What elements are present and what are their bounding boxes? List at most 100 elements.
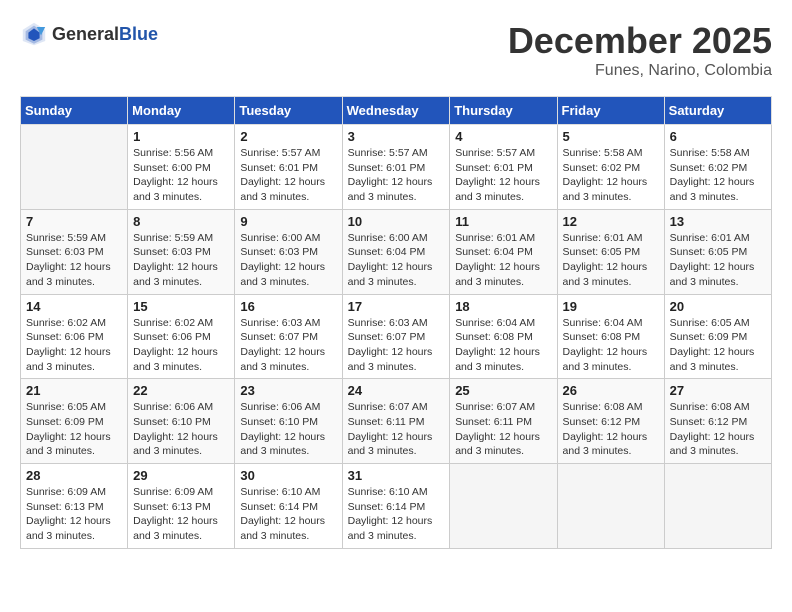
day-number: 4 bbox=[455, 129, 551, 144]
calendar-cell: 18Sunrise: 6:04 AMSunset: 6:08 PMDayligh… bbox=[450, 294, 557, 379]
header: GeneralBlue December 2025 Funes, Narino,… bbox=[20, 20, 772, 80]
calendar-table: SundayMondayTuesdayWednesdayThursdayFrid… bbox=[20, 96, 772, 549]
calendar-cell bbox=[557, 464, 664, 549]
calendar-cell: 1Sunrise: 5:56 AMSunset: 6:00 PMDaylight… bbox=[128, 125, 235, 210]
calendar-cell: 12 Sunrise: 6:01 AMSunset: 6:05 PMDayligh… bbox=[557, 209, 664, 294]
day-info: Sunrise: 5:57 AMSunset: 6:01 PMDaylight:… bbox=[455, 146, 551, 205]
day-number: 27 bbox=[670, 383, 766, 398]
calendar-cell: 31 Sunrise: 6:10 AMSunset: 6:14 PMDayligh… bbox=[342, 464, 450, 549]
calendar-week-row: 28 Sunrise: 6:09 AMSunset: 6:13 PMDayligh… bbox=[21, 464, 772, 549]
day-number: 10 bbox=[348, 214, 445, 229]
day-number: 12 bbox=[563, 214, 659, 229]
logo-general: General bbox=[52, 24, 119, 44]
day-info: Sunrise: 6:03 AMSunset: 6:07 PMDaylight:… bbox=[240, 316, 336, 375]
weekday-header-tuesday: Tuesday bbox=[235, 97, 342, 125]
day-number: 13 bbox=[670, 214, 766, 229]
day-info: Sunrise: 6:02 AMSunset: 6:06 PMDaylight:… bbox=[133, 316, 229, 375]
day-number: 11 bbox=[455, 214, 551, 229]
day-number: 21 bbox=[26, 383, 122, 398]
calendar-cell: 8 Sunrise: 5:59 AMSunset: 6:03 PMDaylight… bbox=[128, 209, 235, 294]
calendar-cell bbox=[664, 464, 771, 549]
day-info: Sunrise: 6:00 AMSunset: 6:04 PMDaylight:… bbox=[348, 231, 445, 290]
day-info: Sunrise: 6:05 AMSunset: 6:09 PMDaylight:… bbox=[670, 316, 766, 375]
day-info: Sunrise: 6:04 AMSunset: 6:08 PMDaylight:… bbox=[563, 316, 659, 375]
calendar-cell: 9 Sunrise: 6:00 AMSunset: 6:03 PMDaylight… bbox=[235, 209, 342, 294]
weekday-header-sunday: Sunday bbox=[21, 97, 128, 125]
calendar-cell: 20Sunrise: 6:05 AMSunset: 6:09 PMDayligh… bbox=[664, 294, 771, 379]
calendar-cell: 10 Sunrise: 6:00 AMSunset: 6:04 PMDayligh… bbox=[342, 209, 450, 294]
day-number: 6 bbox=[670, 129, 766, 144]
day-info: Sunrise: 5:58 AMSunset: 6:02 PMDaylight:… bbox=[670, 146, 766, 205]
weekday-header-row: SundayMondayTuesdayWednesdayThursdayFrid… bbox=[21, 97, 772, 125]
calendar-cell: 3 Sunrise: 5:57 AMSunset: 6:01 PMDaylight… bbox=[342, 125, 450, 210]
calendar-cell: 11 Sunrise: 6:01 AMSunset: 6:04 PMDayligh… bbox=[450, 209, 557, 294]
calendar-cell: 2Sunrise: 5:57 AMSunset: 6:01 PMDaylight… bbox=[235, 125, 342, 210]
day-number: 2 bbox=[240, 129, 336, 144]
day-info: Sunrise: 6:06 AMSunset: 6:10 PMDaylight:… bbox=[133, 400, 229, 459]
day-info: Sunrise: 5:59 AMSunset: 6:03 PMDaylight:… bbox=[133, 231, 229, 290]
weekday-header-friday: Friday bbox=[557, 97, 664, 125]
calendar-cell bbox=[450, 464, 557, 549]
day-number: 15 bbox=[133, 299, 229, 314]
day-info: Sunrise: 6:10 AMSunset: 6:14 PMDaylight:… bbox=[240, 485, 336, 544]
day-info: Sunrise: 6:03 AMSunset: 6:07 PMDaylight:… bbox=[348, 316, 445, 375]
day-info: Sunrise: 5:58 AMSunset: 6:02 PMDaylight:… bbox=[563, 146, 659, 205]
calendar-week-row: 7Sunrise: 5:59 AMSunset: 6:03 PMDaylight… bbox=[21, 209, 772, 294]
calendar-cell: 19 Sunrise: 6:04 AMSunset: 6:08 PMDayligh… bbox=[557, 294, 664, 379]
calendar-cell: 29 Sunrise: 6:09 AMSunset: 6:13 PMDayligh… bbox=[128, 464, 235, 549]
day-number: 9 bbox=[240, 214, 336, 229]
day-number: 30 bbox=[240, 468, 336, 483]
day-number: 8 bbox=[133, 214, 229, 229]
day-number: 26 bbox=[563, 383, 659, 398]
day-info: Sunrise: 6:10 AMSunset: 6:14 PMDaylight:… bbox=[348, 485, 445, 544]
weekday-header-monday: Monday bbox=[128, 97, 235, 125]
day-number: 19 bbox=[563, 299, 659, 314]
calendar-cell: 16Sunrise: 6:03 AMSunset: 6:07 PMDayligh… bbox=[235, 294, 342, 379]
day-info: Sunrise: 6:01 AMSunset: 6:05 PMDaylight:… bbox=[670, 231, 766, 290]
weekday-header-thursday: Thursday bbox=[450, 97, 557, 125]
calendar-cell: 27Sunrise: 6:08 AMSunset: 6:12 PMDayligh… bbox=[664, 379, 771, 464]
day-number: 25 bbox=[455, 383, 551, 398]
calendar-subtitle: Funes, Narino, Colombia bbox=[508, 62, 772, 80]
day-info: Sunrise: 6:08 AMSunset: 6:12 PMDaylight:… bbox=[563, 400, 659, 459]
calendar-cell: 23Sunrise: 6:06 AMSunset: 6:10 PMDayligh… bbox=[235, 379, 342, 464]
calendar-cell: 6 Sunrise: 5:58 AMSunset: 6:02 PMDaylight… bbox=[664, 125, 771, 210]
calendar-cell bbox=[21, 125, 128, 210]
calendar-week-row: 1Sunrise: 5:56 AMSunset: 6:00 PMDaylight… bbox=[21, 125, 772, 210]
day-number: 3 bbox=[348, 129, 445, 144]
calendar-cell: 26 Sunrise: 6:08 AMSunset: 6:12 PMDayligh… bbox=[557, 379, 664, 464]
calendar-cell: 4 Sunrise: 5:57 AMSunset: 6:01 PMDaylight… bbox=[450, 125, 557, 210]
logo-text: GeneralBlue bbox=[52, 24, 158, 45]
day-info: Sunrise: 6:09 AMSunset: 6:13 PMDaylight:… bbox=[26, 485, 122, 544]
calendar-cell: 5 Sunrise: 5:58 AMSunset: 6:02 PMDaylight… bbox=[557, 125, 664, 210]
day-info: Sunrise: 6:01 AMSunset: 6:04 PMDaylight:… bbox=[455, 231, 551, 290]
calendar-cell: 22Sunrise: 6:06 AMSunset: 6:10 PMDayligh… bbox=[128, 379, 235, 464]
calendar-cell: 15 Sunrise: 6:02 AMSunset: 6:06 PMDayligh… bbox=[128, 294, 235, 379]
calendar-week-row: 21 Sunrise: 6:05 AMSunset: 6:09 PMDayligh… bbox=[21, 379, 772, 464]
day-info: Sunrise: 5:57 AMSunset: 6:01 PMDaylight:… bbox=[348, 146, 445, 205]
day-number: 24 bbox=[348, 383, 445, 398]
calendar-title: December 2025 bbox=[508, 20, 772, 62]
day-info: Sunrise: 6:06 AMSunset: 6:10 PMDaylight:… bbox=[240, 400, 336, 459]
logo-icon bbox=[20, 20, 48, 48]
day-info: Sunrise: 6:01 AMSunset: 6:05 PMDaylight:… bbox=[563, 231, 659, 290]
weekday-header-wednesday: Wednesday bbox=[342, 97, 450, 125]
day-number: 17 bbox=[348, 299, 445, 314]
day-info: Sunrise: 6:00 AMSunset: 6:03 PMDaylight:… bbox=[240, 231, 336, 290]
calendar-cell: 21 Sunrise: 6:05 AMSunset: 6:09 PMDayligh… bbox=[21, 379, 128, 464]
day-number: 28 bbox=[26, 468, 122, 483]
day-number: 31 bbox=[348, 468, 445, 483]
day-info: Sunrise: 6:09 AMSunset: 6:13 PMDaylight:… bbox=[133, 485, 229, 544]
calendar-cell: 13 Sunrise: 6:01 AMSunset: 6:05 PMDayligh… bbox=[664, 209, 771, 294]
day-number: 5 bbox=[563, 129, 659, 144]
day-info: Sunrise: 6:05 AMSunset: 6:09 PMDaylight:… bbox=[26, 400, 122, 459]
day-number: 14 bbox=[26, 299, 122, 314]
calendar-cell: 14Sunrise: 6:02 AMSunset: 6:06 PMDayligh… bbox=[21, 294, 128, 379]
calendar-cell: 25Sunrise: 6:07 AMSunset: 6:11 PMDayligh… bbox=[450, 379, 557, 464]
calendar-cell: 24 Sunrise: 6:07 AMSunset: 6:11 PMDayligh… bbox=[342, 379, 450, 464]
day-info: Sunrise: 6:04 AMSunset: 6:08 PMDaylight:… bbox=[455, 316, 551, 375]
day-info: Sunrise: 6:07 AMSunset: 6:11 PMDaylight:… bbox=[348, 400, 445, 459]
logo-blue: Blue bbox=[119, 24, 158, 44]
title-area: December 2025 Funes, Narino, Colombia bbox=[508, 20, 772, 80]
day-number: 29 bbox=[133, 468, 229, 483]
